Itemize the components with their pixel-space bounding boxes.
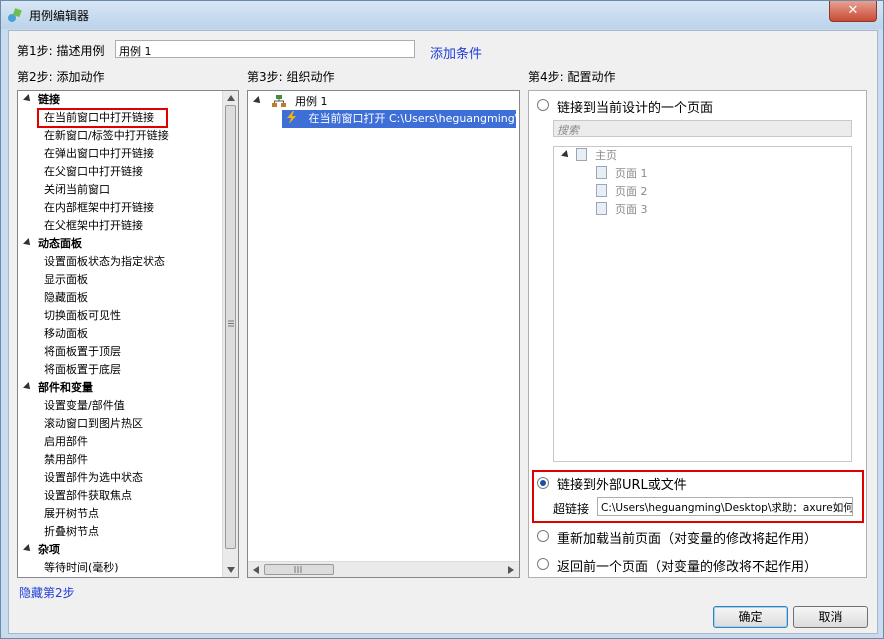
add-condition-link[interactable]: 添加条件 [430,43,482,62]
page-tree-item[interactable]: 页面 2 [596,183,648,201]
action-item[interactable]: 禁用部件 [44,451,88,469]
action-group-label: 动态面板 [38,237,82,250]
action-item[interactable]: 切换面板可见性 [44,307,121,325]
action-item[interactable]: 滚动窗口到图片热区 [44,415,143,433]
ok-button[interactable]: 确定 [713,606,788,628]
action-item[interactable]: 在弹出窗口中打开链接 [44,145,154,163]
hyperlink-label: 超链接 [553,502,590,516]
step1-label: 第1步: 描述用例 [17,44,105,58]
radio-go-back[interactable] [537,558,549,570]
action-group-label: 杂项 [38,543,60,556]
organize-actions-panel[interactable]: 用例 1 在当前窗口打开 C:\Users\heguangming\Deskto… [247,90,520,578]
step2-title: 第2步: 添加动作 [17,70,105,84]
case-tree-icon [271,95,286,107]
action-tree-panel[interactable]: 链接在当前窗口中打开链接 在新窗口/标签中打开链接 在弹出窗口中打开链接 在父窗口中打… [17,90,239,578]
action-item[interactable]: 显示面板 [44,271,88,289]
radio-external-url[interactable] [537,477,549,489]
action-item[interactable]: 将面板置于底层 [44,361,121,379]
action-item[interactable]: 设置变量/部件值 [44,397,125,415]
window-title: 用例编辑器 [29,9,90,23]
page-label: 页面 1 [615,167,648,180]
dialog-body: 第1步: 描述用例 用例 1 添加条件 第2步: 添加动作 第3步: 组织动作 … [8,30,878,634]
case-node-label: 用例 1 [295,95,328,108]
action-group[interactable]: 部件和变量 [23,379,93,397]
action-group[interactable]: 杂项 [23,541,60,559]
scroll-up-icon[interactable] [227,95,235,101]
radio-current-page-label[interactable]: 链接到当前设计的一个页面 [557,97,713,116]
lightning-icon [287,111,296,124]
action-item[interactable]: 关闭当前窗口 [44,181,110,199]
action-item[interactable]: 展开树节点 [44,505,99,523]
expand-triangle-icon[interactable] [253,96,263,106]
action-item[interactable]: 移动面板 [44,325,88,343]
page-tree-item[interactable]: 页面 3 [596,201,648,219]
page-tree[interactable]: 主页 页面 1 页面 2 页面 3 [553,146,852,462]
close-button[interactable]: ✕ [829,1,877,22]
action-node-label: 在当前窗口打开 C:\Users\heguangming\Desktop\求助：… [308,112,517,125]
page-label: 页面 3 [615,203,648,216]
action-item[interactable]: 在父框架中打开链接 [44,217,143,235]
title-bar[interactable]: 用例编辑器 ✕ [1,1,883,29]
organize-hscrollbar[interactable] [248,561,519,577]
page-tree-root-label: 主页 [595,149,617,162]
scroll-right-icon[interactable] [508,566,514,574]
selected-action-node[interactable]: 在当前窗口打开 C:\Users\heguangming\Desktop\求助：… [282,110,516,128]
step3-title: 第3步: 组织动作 [247,70,335,84]
grip-icon [228,320,234,327]
case-name-input[interactable]: 用例 1 [115,40,415,58]
radio-current-page[interactable] [537,99,549,111]
action-item[interactable]: 启用部件 [44,433,88,451]
page-icon [576,148,587,161]
expand-triangle-icon[interactable] [23,238,33,248]
action-item[interactable]: 在新窗口/标签中打开链接 [44,127,169,145]
hyperlink-input[interactable]: C:\Users\heguangming\Desktop\求助：axure如何链 [597,497,853,516]
hide-step2-link[interactable]: 隐藏第2步 [19,584,75,601]
action-group[interactable]: 链接 [23,91,60,109]
expand-triangle-icon[interactable] [23,544,33,554]
grip-icon [294,566,302,573]
action-item[interactable]: 在当前窗口中打开链接 [44,109,154,127]
action-item[interactable]: 等待时间(毫秒) [44,559,119,577]
action-item[interactable]: 设置部件为选中状态 [44,469,143,487]
configure-action-panel: 链接到当前设计的一个页面 搜索 主页 页面 1 页面 2 页面 3 链接到外部U… [528,90,867,578]
radio-reload-page[interactable] [537,530,549,542]
cancel-button[interactable]: 取消 [793,606,868,628]
action-item[interactable]: 设置部件获取焦点 [44,487,132,505]
use-case-editor-window: 用例编辑器 ✕ 第1步: 描述用例 用例 1 添加条件 第2步: 添加动作 第3… [0,0,884,639]
action-item[interactable]: 在内部框架中打开链接 [44,199,154,217]
page-icon [596,202,607,215]
page-icon [596,166,607,179]
expand-triangle-icon[interactable] [23,94,33,104]
action-item[interactable]: 设置面板状态为指定状态 [44,253,165,271]
radio-reload-page-label[interactable]: 重新加载当前页面（对变量的修改将起作用） [557,528,817,547]
action-group[interactable]: 动态面板 [23,235,82,253]
page-search-input[interactable]: 搜索 [553,120,852,137]
action-tree-scrollbar[interactable] [222,91,238,577]
action-item[interactable]: 将面板置于顶层 [44,343,121,361]
page-tree-root[interactable]: 主页 [561,147,617,165]
action-item[interactable]: 在父窗口中打开链接 [44,163,143,181]
action-tree-scroll-thumb[interactable] [225,105,236,549]
action-item[interactable]: 折叠树节点 [44,523,99,541]
radio-external-url-label[interactable]: 链接到外部URL或文件 [557,474,687,493]
page-label: 页面 2 [615,185,648,198]
action-item[interactable]: 隐藏面板 [44,289,88,307]
action-group-label: 部件和变量 [38,381,93,394]
page-tree-item[interactable]: 页面 1 [596,165,648,183]
expand-triangle-icon[interactable] [23,382,33,392]
radio-go-back-label[interactable]: 返回前一个页面（对变量的修改将不起作用） [557,556,817,575]
app-icon [8,8,22,22]
scroll-down-icon[interactable] [227,567,235,573]
page-icon [596,184,607,197]
action-group-label: 链接 [38,93,60,106]
step4-title: 第4步: 配置动作 [528,70,616,84]
scroll-left-icon[interactable] [253,566,259,574]
organize-hscroll-thumb[interactable] [264,564,334,575]
expand-triangle-icon[interactable] [561,150,571,160]
case-node[interactable]: 用例 1 [253,93,328,111]
